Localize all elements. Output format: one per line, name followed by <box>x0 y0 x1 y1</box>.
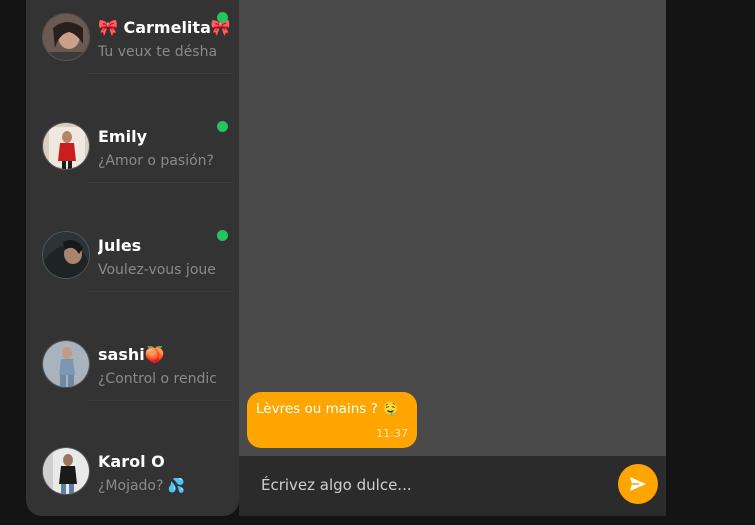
divider <box>88 291 233 292</box>
contact-item-jules[interactable]: Jules Voulez-vous jouer <box>26 218 239 292</box>
online-status-dot <box>217 230 228 241</box>
contact-preview: ¿Control o rendición <box>98 371 216 387</box>
message-composer <box>239 456 666 516</box>
avatar <box>42 340 90 388</box>
message-input[interactable] <box>259 470 603 500</box>
avatar <box>42 231 90 279</box>
message-bubble: Lèvres ou mains ? 🤤 11:37 <box>247 392 417 448</box>
chat-messages-area: Lèvres ou mains ? 🤤 11:37 <box>239 0 666 456</box>
contact-name: Karol O <box>98 452 165 471</box>
contact-item-emily[interactable]: Emily ¿Amor o pasión? <box>26 109 239 183</box>
contact-item-carmelita[interactable]: 🎀 Carmelita🎀 Tu veux te désha <box>26 0 239 74</box>
online-status-dot <box>217 12 228 23</box>
contact-name: 🎀 Carmelita🎀 <box>98 18 231 37</box>
avatar <box>42 447 90 495</box>
avatar <box>42 13 90 61</box>
divider <box>88 73 233 74</box>
contact-list: 🎀 Carmelita🎀 Tu veux te désha Emily ¿Amo… <box>26 0 239 516</box>
contact-item-karol[interactable]: Karol O ¿Mojado? 💦 <box>26 436 239 510</box>
send-button[interactable] <box>618 464 658 504</box>
online-status-dot <box>217 121 228 132</box>
contact-name: Emily <box>98 127 147 146</box>
contact-preview: Tu veux te désha <box>98 44 216 60</box>
contact-preview: ¿Mojado? 💦 <box>98 478 186 494</box>
divider <box>88 400 233 401</box>
message-time: 11:37 <box>376 427 408 440</box>
contact-name: Jules <box>98 236 142 255</box>
contact-preview: Voulez-vous jouer <box>98 262 216 278</box>
contact-item-sashi[interactable]: sashi🍑 ¿Control o rendición <box>26 327 239 401</box>
avatar <box>42 122 90 170</box>
contact-name: sashi🍑 <box>98 345 165 364</box>
contact-preview: ¿Amor o pasión? <box>98 153 214 169</box>
send-icon <box>630 477 646 491</box>
message-text: Lèvres ou mains ? 🤤 <box>256 401 399 417</box>
divider <box>88 182 233 183</box>
